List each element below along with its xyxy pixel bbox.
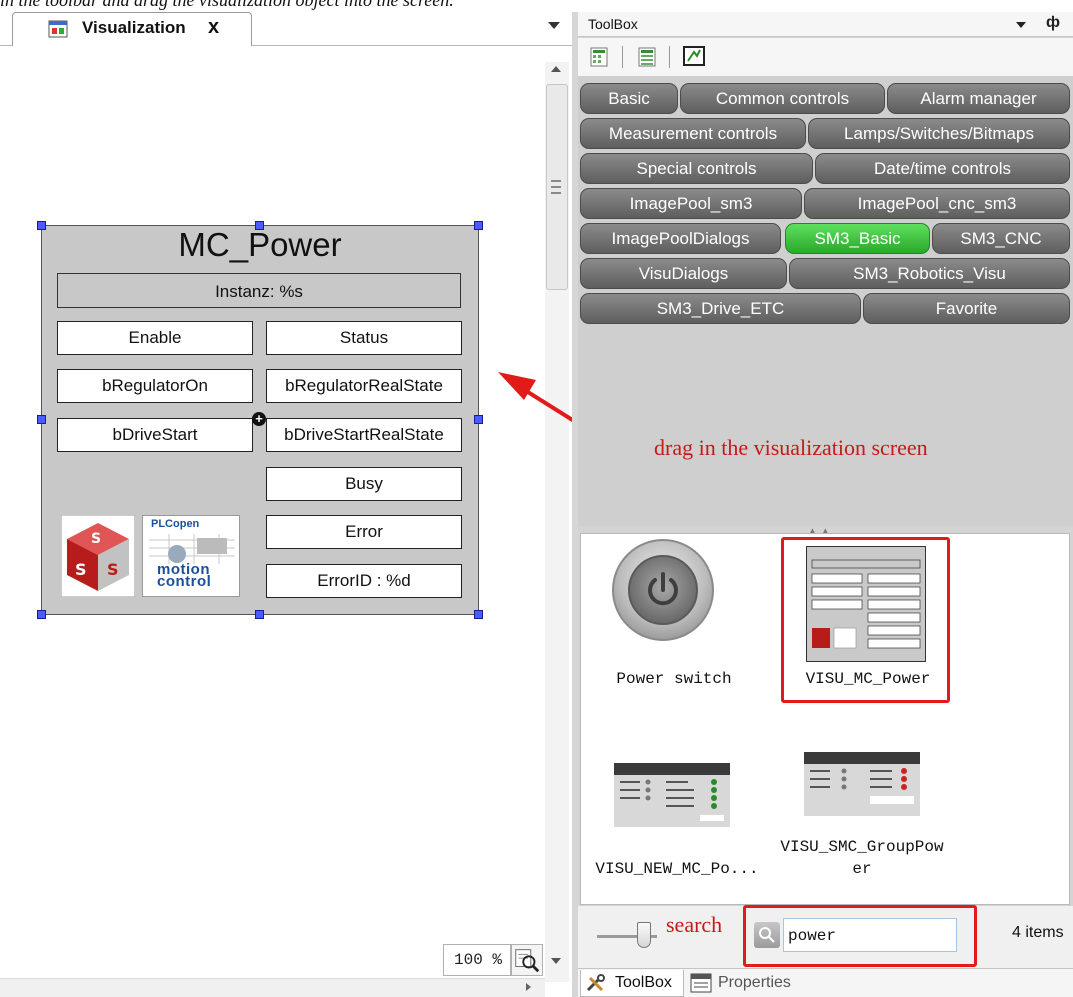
tab-list-dropdown-icon[interactable] <box>548 22 560 29</box>
category-special-controls[interactable]: Special controls <box>580 153 813 184</box>
item-label-visu-smc-grouppower-wrap: er <box>852 860 872 878</box>
category-imagepool-sm3[interactable]: ImagePool_sm3 <box>580 188 802 219</box>
field-status: Status <box>266 321 462 355</box>
field-bdrivestartrealstate: bDriveStartRealState <box>266 418 462 452</box>
category-imagepool-cnc-sm3[interactable]: ImagePool_cnc_sm3 <box>804 188 1070 219</box>
toolbar-separator <box>622 46 623 68</box>
category-date-time-controls[interactable]: Date/time controls <box>815 153 1070 184</box>
field-busy: Busy <box>266 467 462 501</box>
icon-size-slider-thumb[interactable] <box>637 922 651 948</box>
highlight-visu-mc-power <box>781 537 950 703</box>
highlight-search <box>743 905 977 967</box>
scroll-down-icon[interactable] <box>551 958 561 964</box>
horizontal-scrollbar[interactable] <box>0 978 545 997</box>
svg-text:S: S <box>75 560 87 579</box>
instance-field: Instanz: %s <box>57 273 461 308</box>
mc-power-title: MC_Power <box>178 226 342 263</box>
scroll-up-icon[interactable] <box>551 66 561 72</box>
zoom-level[interactable]: 100 % <box>443 944 511 976</box>
pin-icon[interactable]: ф <box>1046 14 1060 32</box>
category-imagepooldialogs[interactable]: ImagePoolDialogs <box>580 223 781 254</box>
visu-new-mc-power-thumbnail[interactable] <box>614 763 730 827</box>
field-bregulatoron: bRegulatorOn <box>57 369 253 403</box>
selection-handle[interactable] <box>37 610 46 619</box>
category-basic[interactable]: Basic <box>580 83 678 114</box>
list-view-icon[interactable] <box>638 47 656 67</box>
field-enable: Enable <box>57 321 253 355</box>
field-errorid: ErrorID : %d <box>266 564 462 598</box>
selection-handle[interactable] <box>255 610 264 619</box>
selection-handle[interactable] <box>37 415 46 424</box>
tools-icon <box>586 974 605 992</box>
toolbox-title: ToolBox <box>588 16 638 32</box>
visu-smc-grouppower-thumbnail[interactable] <box>804 752 920 816</box>
plcopen-motion-logo: PLCopen motion control <box>142 515 240 597</box>
tab-toolbox-label: ToolBox <box>615 974 672 991</box>
toolbox-titlebar <box>578 12 1073 37</box>
category-lamps-switches-bitmaps[interactable]: Lamps/Switches/Bitmaps <box>808 118 1070 149</box>
category-alarm-manager[interactable]: Alarm manager <box>887 83 1070 114</box>
selection-handle[interactable] <box>474 610 483 619</box>
annotation-search: search <box>666 912 723 937</box>
tab-properties-label: Properties <box>718 974 791 991</box>
category-sm3-basic[interactable]: SM3_Basic <box>785 223 930 254</box>
field-bdrivestart: bDriveStart <box>57 418 253 452</box>
large-icons-view-icon[interactable] <box>590 47 608 67</box>
annotation-drag: drag in the visualization screen <box>654 435 928 460</box>
properties-icon <box>690 973 712 993</box>
move-handle-icon[interactable]: + <box>252 412 266 426</box>
softmotion-cube-logo: S S S <box>61 515 135 597</box>
instruction-caption: in the toolbar and drag the visualizatio… <box>0 0 454 10</box>
splitter-grip-icon[interactable] <box>551 180 561 194</box>
category-favorite[interactable]: Favorite <box>863 293 1070 324</box>
category-sm3-drive-etc[interactable]: SM3_Drive_ETC <box>580 293 861 324</box>
zoom-magnifier-icon[interactable] <box>511 944 543 976</box>
svg-text:S: S <box>91 531 101 547</box>
category-visudialogs[interactable]: VisuDialogs <box>580 258 787 289</box>
power-icon <box>648 572 678 606</box>
close-icon[interactable]: x <box>208 16 219 39</box>
panel-menu-icon[interactable] <box>1016 22 1026 28</box>
category-measurement-controls[interactable]: Measurement controls <box>580 118 806 149</box>
item-label-power-switch: Power switch <box>616 670 732 688</box>
category-sm3-robotics-visu[interactable]: SM3_Robotics_Visu <box>789 258 1070 289</box>
toolbar-separator <box>669 46 670 68</box>
category-common-controls[interactable]: Common controls <box>680 83 885 114</box>
item-label-visu-new-mc-power: VISU_NEW_MC_Po... <box>595 860 759 878</box>
item-label-visu-smc-grouppower: VISU_SMC_GroupPow <box>780 838 944 856</box>
field-bregulatorrealstate: bRegulatorRealState <box>266 369 462 403</box>
properties-view-icon[interactable] <box>683 46 705 66</box>
svg-text:S: S <box>107 560 119 579</box>
scroll-right-icon[interactable] <box>526 983 531 991</box>
tab-title: Visualization <box>82 18 186 37</box>
visualization-icon <box>48 20 68 38</box>
items-count: 4 items <box>1012 924 1064 941</box>
category-sm3-cnc[interactable]: SM3_CNC <box>932 223 1070 254</box>
field-error: Error <box>266 515 462 549</box>
